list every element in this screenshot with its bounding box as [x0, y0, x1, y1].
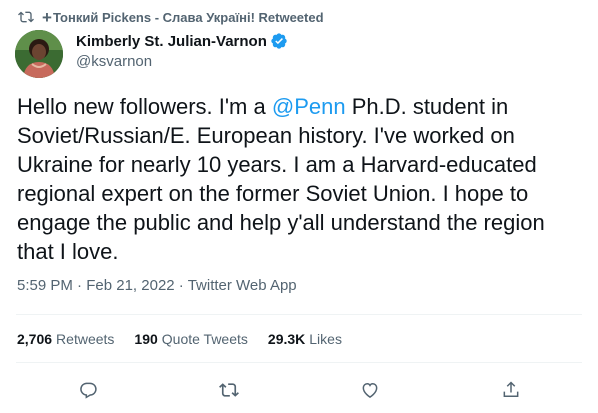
avatar[interactable] [15, 30, 63, 78]
likes-label: Likes [309, 331, 342, 347]
retweet-icon [18, 11, 34, 23]
share-icon [503, 381, 519, 397]
meta-separator: · [72, 277, 87, 294]
share-button[interactable] [497, 376, 525, 404]
tweet-text-part-2: Ph.D. student in Soviet/Russian/E. Europ… [17, 94, 545, 264]
author-name[interactable]: Kimberly St. Julian-Varnon [76, 33, 267, 50]
likes-stat[interactable]: 29.3K Likes [268, 331, 342, 347]
meta-separator: · [174, 277, 188, 294]
quote-tweets-label: Quote Tweets [161, 331, 248, 347]
reply-icon [80, 382, 97, 399]
likes-count: 29.3K [267, 331, 306, 347]
tweet-text: Hello new followers. I'm a @Penn Ph.D. s… [17, 92, 587, 266]
verified-badge-icon [271, 33, 287, 49]
heart-icon [362, 382, 378, 398]
tweet-source[interactable]: Twitter Web App [188, 277, 297, 294]
retweet-button[interactable] [215, 376, 243, 404]
tweet-actions [0, 376, 598, 404]
plus-glyph: + [42, 7, 52, 27]
retweets-count: 2,706 [17, 331, 53, 347]
retweeted-by-text[interactable]: Тонкий Pickens - Слава Україні! Retweete… [53, 10, 324, 25]
retweets-label: Retweets [56, 331, 115, 347]
divider [16, 314, 582, 315]
mention-link[interactable]: @Penn [272, 94, 346, 119]
quote-tweets-count: 190 [134, 331, 158, 347]
reply-button[interactable] [74, 376, 102, 404]
quote-tweets-stat[interactable]: 190 Quote Tweets [134, 331, 248, 347]
tweet-meta: 5:59 PM · Feb 21, 2022 · Twitter Web App [17, 277, 297, 294]
divider [16, 362, 582, 363]
avatar-photo-icon [15, 30, 63, 78]
tweet-time[interactable]: 5:59 PM [17, 277, 73, 294]
author-block[interactable]: Kimberly St. Julian-Varnon @ksvarnon [76, 31, 288, 70]
tweet-text-part-1: Hello new followers. I'm a [17, 94, 272, 119]
retweeted-by-banner[interactable]: + Тонкий Pickens - Слава Україні! Retwee… [18, 8, 324, 26]
retweet-icon [219, 383, 239, 397]
retweets-stat[interactable]: 2,706 Retweets [17, 331, 114, 347]
author-handle[interactable]: @ksvarnon [76, 53, 288, 70]
engagement-stats: 2,706 Retweets 190 Quote Tweets 29.3K Li… [17, 331, 342, 347]
tweet-date[interactable]: Feb 21, 2022 [86, 277, 174, 294]
like-button[interactable] [356, 376, 384, 404]
